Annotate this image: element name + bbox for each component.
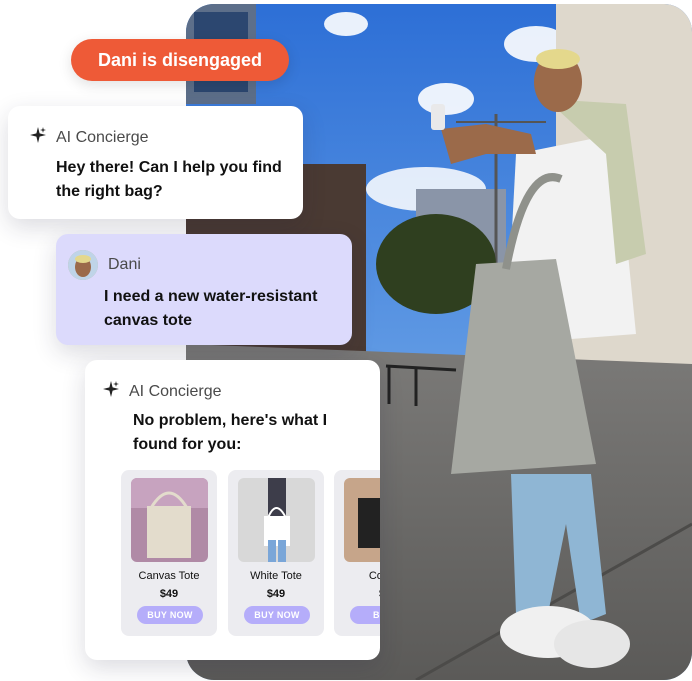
- sender-name: Dani: [108, 256, 141, 273]
- product-name: White Tote: [250, 570, 302, 582]
- message-sender: AI Concierge: [30, 127, 149, 148]
- product-price: $: [334, 588, 380, 600]
- product-price: $49: [266, 588, 286, 600]
- message-sender: Dani: [68, 250, 141, 280]
- product-image: [344, 478, 380, 562]
- sparkle-icon: [103, 381, 119, 402]
- sender-name: AI Concierge: [56, 128, 149, 146]
- chat-message-ai: AI Concierge Hey there! Can I help you f…: [8, 106, 303, 219]
- product-card[interactable]: White Tote $49 BUY NOW: [228, 470, 324, 636]
- chat-message-ai-products: AI Concierge No problem, here's what I f…: [85, 360, 380, 660]
- product-card[interactable]: Cotto $ BUY: [334, 470, 380, 636]
- sparkle-icon: [30, 127, 46, 148]
- product-image: [131, 478, 208, 562]
- message-text: I need a new water-resistant canvas tote: [104, 288, 318, 329]
- message-text: Hey there! Can I help you find the right…: [56, 159, 282, 200]
- product-price: $49: [159, 588, 179, 600]
- message-sender: AI Concierge: [103, 381, 222, 402]
- avatar: [68, 250, 98, 280]
- sender-name: AI Concierge: [129, 382, 222, 400]
- message-text: No problem, here's what I found for you:: [133, 412, 328, 453]
- buy-now-button[interactable]: BUY NOW: [137, 606, 203, 624]
- chat-message-user: Dani I need a new water-resistant canvas…: [56, 234, 352, 345]
- product-name: Cotto: [368, 570, 380, 582]
- buy-now-button[interactable]: BUY: [350, 606, 380, 624]
- product-card[interactable]: Canvas Tote $49 BUY NOW: [121, 470, 217, 636]
- product-carousel[interactable]: Canvas Tote $49 BUY NOW White Tote $49 B…: [121, 470, 380, 640]
- product-name: Canvas Tote: [138, 570, 200, 582]
- buy-now-button[interactable]: BUY NOW: [244, 606, 310, 624]
- product-image: [238, 478, 315, 562]
- status-badge: Dani is disengaged: [71, 39, 289, 81]
